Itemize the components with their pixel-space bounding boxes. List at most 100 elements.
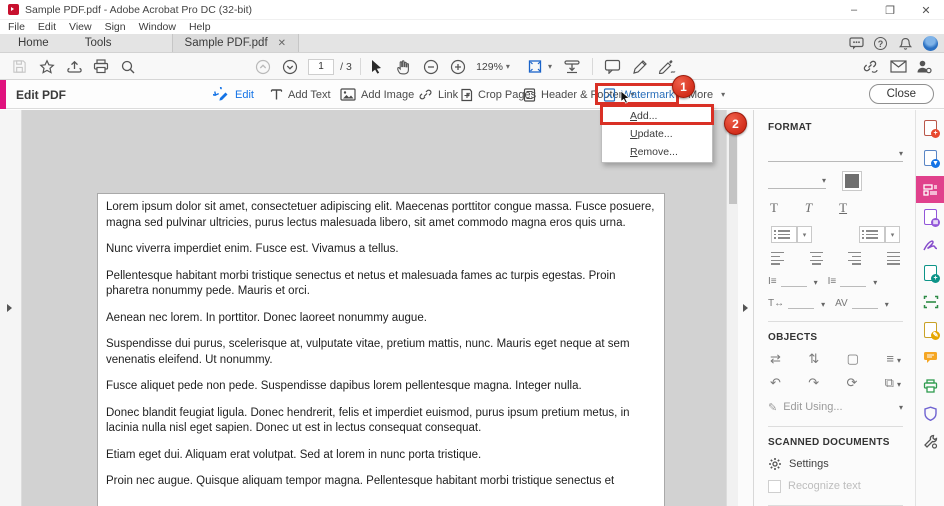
paragraph[interactable]: Etiam eget dui. Aliquam erat volutpat. S…	[106, 448, 656, 464]
export-pdf-icon[interactable]: ▼	[921, 148, 940, 168]
paragraph-spacing-dropdown[interactable]	[840, 275, 867, 287]
font-size-dropdown[interactable]: ▾	[768, 173, 826, 189]
watermark-menu-update[interactable]: Update...	[602, 125, 712, 143]
create-pdf-icon[interactable]: +	[921, 118, 940, 138]
add-text-button[interactable]: Add Text	[270, 80, 331, 109]
recognize-text-checkbox-row[interactable]: Recognize text	[768, 479, 903, 493]
edit-pdf-active-icon[interactable]	[916, 176, 944, 203]
character-spacing-dropdown[interactable]	[851, 297, 878, 309]
line-spacing-dropdown[interactable]	[780, 275, 807, 287]
protect-shield-icon[interactable]	[921, 404, 940, 423]
paragraph[interactable]: Proin nec augue. Quisque aliquam tempor …	[106, 474, 656, 490]
edit-using-dropdown[interactable]: ✎ Edit Using... ▾	[768, 401, 903, 414]
minimize-button[interactable]: –	[836, 0, 872, 20]
tab-close-icon[interactable]: ✕	[278, 38, 286, 49]
hand-tool-icon[interactable]	[392, 53, 414, 80]
align-right-icon[interactable]	[848, 252, 862, 265]
close-edit-pdf-button[interactable]: Close	[868, 84, 934, 104]
menu-sign[interactable]: Sign	[105, 21, 126, 33]
tab-tools[interactable]: Tools	[67, 34, 130, 52]
underline-icon[interactable]: T	[839, 200, 847, 216]
paragraph[interactable]: Fusce aliquet pede non pede. Suspendisse…	[106, 379, 656, 395]
crop-object-icon[interactable]: ▢	[847, 351, 859, 367]
left-navigation-rail[interactable]	[0, 110, 22, 506]
paragraph[interactable]: Pellentesque habitant morbi tristique se…	[106, 269, 656, 300]
bold-icon[interactable]: T	[770, 200, 778, 216]
rotate-right-icon[interactable]: ↷	[808, 375, 819, 391]
email-icon[interactable]	[886, 53, 910, 80]
print-production-icon[interactable]	[921, 376, 940, 395]
comment-tool-icon[interactable]	[600, 53, 624, 80]
align-objects-dropdown[interactable]: ≡ ▾	[886, 351, 901, 366]
print-icon[interactable]	[90, 53, 112, 80]
rotate-left-icon[interactable]: ↶	[770, 375, 781, 391]
menu-edit[interactable]: Edit	[38, 21, 56, 33]
share-upload-icon[interactable]	[63, 53, 85, 80]
pencil-annotate-icon[interactable]	[628, 53, 652, 80]
paragraph[interactable]: Nunc viverra imperdiet enim. Fusce est. …	[106, 242, 656, 258]
menu-window[interactable]: Window	[139, 21, 176, 33]
fill-sign-icon[interactable]	[921, 236, 940, 255]
notifications-bell-icon[interactable]	[897, 36, 913, 52]
zoom-in-icon[interactable]	[447, 53, 469, 80]
paragraph[interactable]: Donec blandit feugiat ligula. Donec hend…	[106, 406, 656, 437]
paragraph[interactable]: Lorem ipsum dolor sit amet, consectetuer…	[106, 200, 656, 231]
request-signatures-icon[interactable]: ✎	[921, 320, 940, 340]
sign-pen-icon[interactable]	[654, 53, 680, 80]
select-tool-icon[interactable]	[365, 53, 387, 80]
maximize-button[interactable]: ❐	[872, 0, 908, 20]
edit-mode-button[interactable]: Edit	[213, 80, 254, 109]
align-left-icon[interactable]	[771, 252, 784, 265]
paragraph[interactable]: Suspendisse dui purus, scelerisque at, v…	[106, 337, 656, 368]
font-family-dropdown[interactable]: ▾	[768, 146, 903, 162]
menu-help[interactable]: Help	[189, 21, 211, 33]
share-link-icon[interactable]	[858, 53, 882, 80]
numbered-list-button[interactable]	[859, 226, 885, 243]
vertical-scrollbar[interactable]: ▲	[726, 110, 738, 506]
align-center-icon[interactable]	[809, 252, 823, 265]
tab-document[interactable]: Sample PDF.pdf ✕	[171, 34, 300, 52]
italic-icon[interactable]: T	[805, 200, 812, 216]
zoom-level-dropdown[interactable]: 129% ▾	[472, 53, 514, 80]
watermark-menu-remove[interactable]: Remove...	[602, 143, 712, 161]
scrollbar-thumb[interactable]	[729, 132, 737, 204]
scrolling-mode-icon[interactable]	[560, 53, 584, 80]
comment-icon[interactable]	[921, 348, 940, 367]
scan-ocr-icon[interactable]	[921, 292, 940, 311]
replace-image-icon[interactable]: ⟳	[846, 375, 857, 391]
menu-file[interactable]: File	[8, 21, 25, 33]
flip-vertical-icon[interactable]: ⇅	[808, 351, 819, 367]
bulleted-list-button[interactable]	[771, 226, 797, 243]
pdf-page[interactable]: Lorem ipsum dolor sit amet, consectetuer…	[97, 193, 665, 506]
star-favorites-icon[interactable]	[36, 53, 58, 80]
find-icon[interactable]	[117, 53, 139, 80]
recognize-text-checkbox[interactable]	[768, 479, 781, 493]
font-color-picker[interactable]	[842, 171, 862, 191]
flip-horizontal-icon[interactable]: ⇄	[770, 351, 781, 367]
expand-left-pane-icon[interactable]	[7, 304, 12, 312]
paragraph[interactable]: Aenean nec lorem. In porttitor. Donec la…	[106, 311, 656, 327]
settings-button[interactable]: Settings	[768, 457, 903, 471]
user-avatar[interactable]	[923, 36, 938, 51]
align-justify-icon[interactable]	[886, 252, 900, 265]
combine-files-icon[interactable]: +	[921, 263, 940, 283]
add-image-button[interactable]: Add Image	[340, 80, 414, 109]
page-number-input[interactable]: 1	[306, 53, 336, 80]
menu-view[interactable]: View	[69, 21, 92, 33]
arrange-dropdown[interactable]: ⧉ ▾	[885, 375, 901, 391]
organize-pages-icon[interactable]: ≣	[921, 207, 940, 227]
previous-page-icon[interactable]	[252, 53, 274, 80]
share-with-people-icon[interactable]	[912, 53, 936, 80]
zoom-out-icon[interactable]	[420, 53, 442, 80]
close-window-button[interactable]: ✕	[908, 0, 944, 20]
next-page-icon[interactable]	[279, 53, 301, 80]
help-icon[interactable]: ?	[874, 37, 887, 50]
feedback-bubble-icon[interactable]	[848, 36, 864, 52]
more-tools-wrench-icon[interactable]	[921, 432, 940, 451]
horizontal-scale-dropdown[interactable]	[788, 297, 815, 309]
numbered-list-dropdown-icon[interactable]: ▾	[885, 226, 900, 243]
save-icon[interactable]	[8, 53, 30, 80]
bulleted-list-dropdown-icon[interactable]: ▾	[797, 226, 812, 243]
fit-page-dropdown[interactable]: ▾	[522, 53, 558, 80]
tab-home[interactable]: Home	[0, 34, 67, 52]
